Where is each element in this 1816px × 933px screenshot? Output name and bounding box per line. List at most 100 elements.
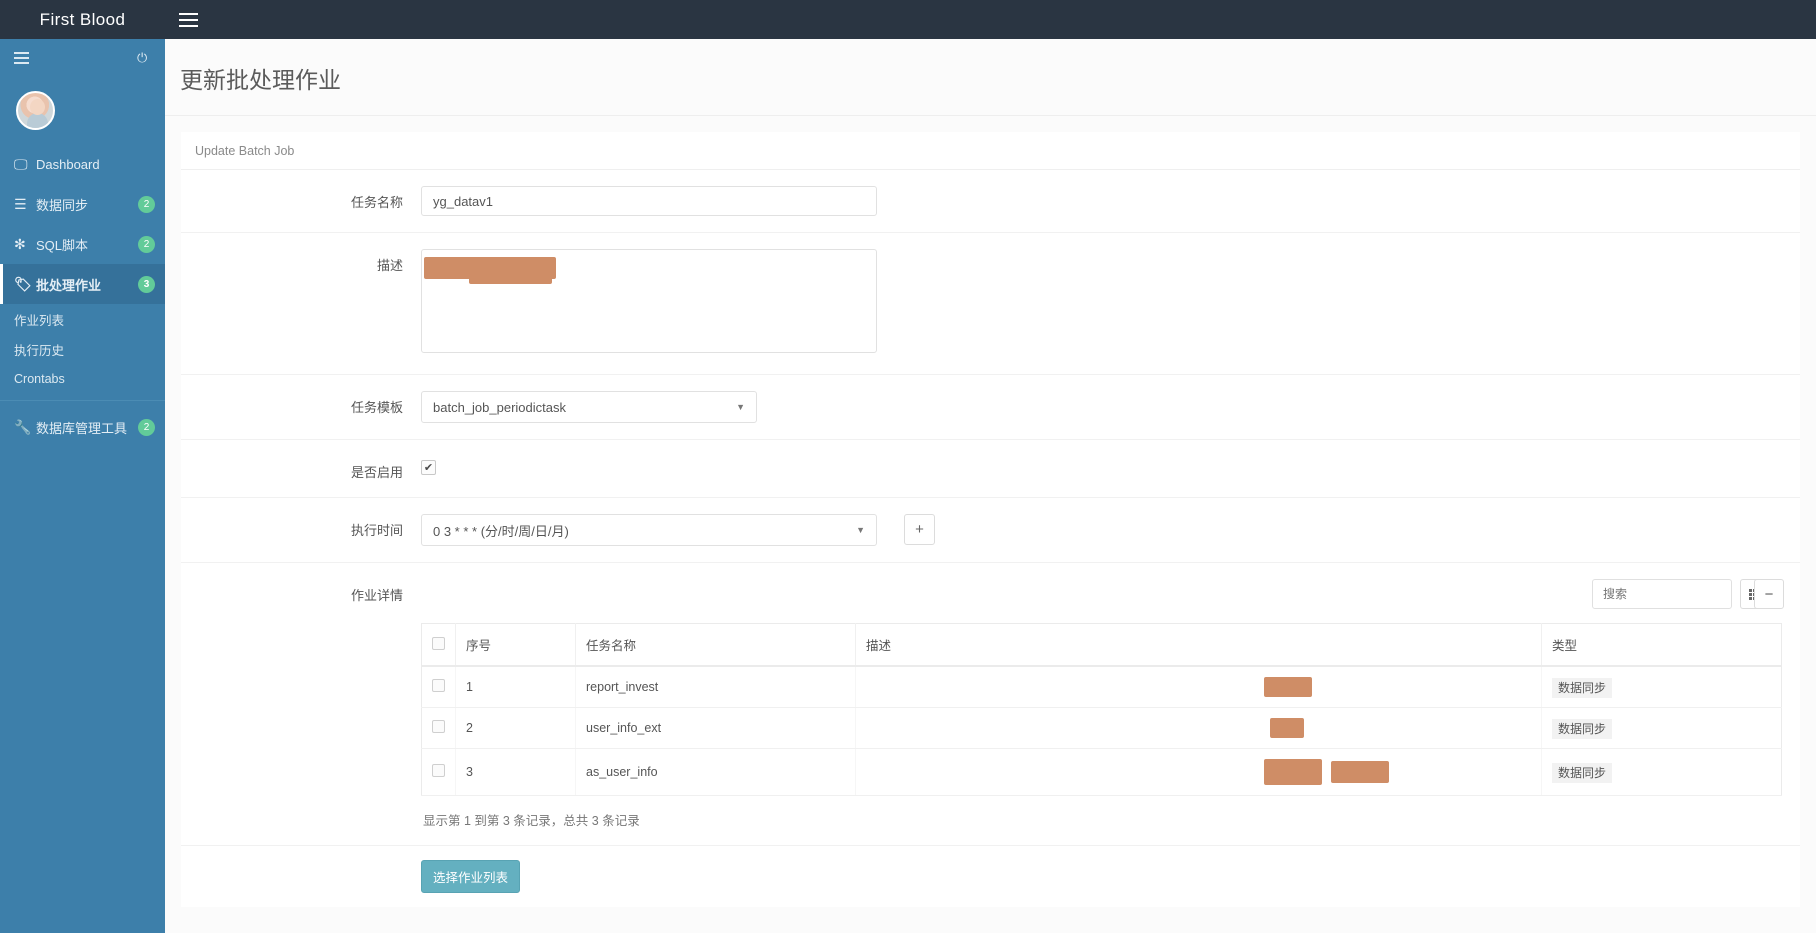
type-tag: 数据同步 bbox=[1552, 677, 1613, 698]
row-select-cell bbox=[421, 748, 456, 796]
cell-type: 数据同步 bbox=[1541, 666, 1782, 708]
template-select-value: batch_job_periodictask bbox=[433, 399, 566, 415]
form-row-job-details: 作业详情 ▼ bbox=[181, 563, 1800, 846]
collapse-panel-button[interactable]: − bbox=[1754, 579, 1784, 609]
table-header-row: 序号 任务名称 描述 类型 bbox=[421, 623, 1782, 667]
add-schedule-button[interactable]: + bbox=[904, 514, 935, 545]
sidebar-subitem-job-list[interactable]: 作业列表 bbox=[0, 304, 165, 334]
select-job-spacer bbox=[181, 860, 421, 866]
table-row[interactable]: 2 user_info_ext 数据同步 bbox=[421, 707, 1782, 749]
cell-type: 数据同步 bbox=[1541, 707, 1782, 749]
sidebar-item-label: 数据同步 bbox=[36, 197, 89, 213]
form-row-select-job-list: 选择作业列表 bbox=[181, 846, 1800, 907]
cell-type: 数据同步 bbox=[1541, 748, 1782, 796]
sidebar-badge: 2 bbox=[138, 195, 155, 213]
column-header-desc[interactable]: 描述 bbox=[855, 623, 1542, 667]
form-row-enabled: 是否启用 ✔ bbox=[181, 440, 1800, 498]
column-header-seq[interactable]: 序号 bbox=[455, 623, 576, 667]
tag-icon: 🏷 bbox=[14, 275, 32, 292]
redacted-cell bbox=[1264, 677, 1312, 697]
sidebar-collapse-icon[interactable] bbox=[14, 52, 29, 64]
row-checkbox[interactable] bbox=[432, 720, 445, 733]
job-details-table: 序号 任务名称 描述 类型 1 report_invest 数据同步 2 use… bbox=[421, 623, 1782, 796]
monitor-icon: 🖵 bbox=[14, 155, 28, 172]
sidebar: ⏻ 🖵 Dashboard ☰ 数据同步 2 ✻ SQL脚本 2 🏷 批处理作业… bbox=[0, 39, 165, 933]
job-details-label: 作业详情 bbox=[350, 588, 403, 603]
table-row[interactable]: 1 report_invest 数据同步 bbox=[421, 666, 1782, 708]
sidebar-item-label: 数据库管理工具 bbox=[36, 420, 128, 436]
column-header-type[interactable]: 类型 bbox=[1541, 623, 1782, 667]
type-tag: 数据同步 bbox=[1552, 762, 1613, 783]
sidebar-item-label: 批处理作业 bbox=[36, 277, 102, 293]
redacted-cell bbox=[1264, 759, 1322, 785]
check-icon: ✔ bbox=[423, 462, 434, 474]
avatar-wrapper bbox=[0, 77, 165, 144]
cell-seq: 3 bbox=[455, 748, 576, 796]
chevron-down-icon: ▼ bbox=[856, 525, 865, 535]
schedule-label: 执行时间 bbox=[350, 523, 403, 538]
row-select-cell bbox=[421, 707, 456, 749]
cell-seq: 1 bbox=[455, 666, 576, 708]
cell-seq: 2 bbox=[455, 707, 576, 749]
sidebar-item-sql-script[interactable]: ✻ SQL脚本 2 bbox=[0, 224, 165, 264]
sidebar-badge: 2 bbox=[138, 418, 155, 436]
power-icon[interactable]: ⏻ bbox=[137, 51, 151, 65]
sidebar-divider bbox=[0, 400, 165, 401]
column-header-name[interactable]: 任务名称 bbox=[575, 623, 856, 667]
search-input[interactable] bbox=[1592, 579, 1732, 609]
sidebar-item-label: Dashboard bbox=[36, 156, 100, 172]
row-select-cell bbox=[421, 666, 456, 708]
template-label: 任务模板 bbox=[350, 400, 403, 415]
form-row-task-name: 任务名称 bbox=[181, 170, 1800, 233]
form-row-schedule: 执行时间 0 3 * * * (分/时/周/日/月) ▼ + bbox=[181, 498, 1800, 563]
enabled-label: 是否启用 bbox=[350, 465, 403, 480]
sidebar-subitem-crontabs[interactable]: Crontabs bbox=[0, 364, 165, 394]
enabled-checkbox[interactable]: ✔ bbox=[421, 460, 436, 475]
redacted-cell bbox=[1270, 718, 1304, 738]
sidebar-item-db-tools[interactable]: 🔧 数据库管理工具 2 bbox=[0, 407, 165, 447]
wrench-icon: 🔧 bbox=[14, 418, 32, 435]
chevron-down-icon: ▼ bbox=[736, 402, 745, 412]
page-title: 更新批处理作业 bbox=[180, 67, 341, 93]
cell-desc bbox=[855, 666, 1542, 708]
form-panel: Update Batch Job 任务名称 描述 任务模板 bbox=[181, 132, 1800, 907]
type-tag: 数据同步 bbox=[1552, 718, 1613, 739]
cell-name: report_invest bbox=[575, 666, 856, 708]
schedule-select-value: 0 3 * * * (分/时/周/日/月) bbox=[433, 523, 569, 539]
redacted-description-2 bbox=[469, 269, 552, 284]
avatar[interactable] bbox=[16, 91, 55, 130]
select-all-checkbox[interactable] bbox=[432, 636, 445, 650]
sidebar-item-label: SQL脚本 bbox=[36, 237, 89, 253]
select-all-header bbox=[421, 623, 456, 667]
table-toolbar: ▼ bbox=[421, 579, 1782, 609]
page-header: 更新批处理作业 bbox=[165, 39, 1816, 116]
sidebar-subitem-execution-history[interactable]: 执行历史 bbox=[0, 334, 165, 364]
select-job-list-button[interactable]: 选择作业列表 bbox=[421, 860, 521, 893]
sidebar-badge: 2 bbox=[138, 235, 155, 253]
table-row[interactable]: 3 as_user_info 数据同步 bbox=[421, 748, 1782, 796]
cell-name: as_user_info bbox=[575, 748, 856, 796]
sidebar-tools: ⏻ bbox=[0, 39, 165, 77]
table-footer-info: 显示第 1 到第 3 条记录，总共 3 条记录 bbox=[423, 814, 640, 828]
menu-toggle-icon[interactable] bbox=[168, 0, 208, 39]
cell-desc bbox=[855, 707, 1542, 749]
row-checkbox[interactable] bbox=[432, 764, 445, 777]
form-row-template: 任务模板 batch_job_periodictask ▼ bbox=[181, 375, 1800, 440]
cell-desc bbox=[855, 748, 1542, 796]
cell-name: user_info_ext bbox=[575, 707, 856, 749]
schedule-select[interactable]: 0 3 * * * (分/时/周/日/月) ▼ bbox=[421, 514, 877, 546]
sidebar-badge: 3 bbox=[138, 275, 155, 293]
sidebar-item-dashboard[interactable]: 🖵 Dashboard bbox=[0, 144, 165, 184]
description-label: 描述 bbox=[376, 258, 403, 273]
top-bar: First Blood bbox=[0, 0, 1816, 39]
row-checkbox[interactable] bbox=[432, 679, 445, 692]
form-row-description: 描述 bbox=[181, 233, 1800, 375]
sidebar-item-data-sync[interactable]: ☰ 数据同步 2 bbox=[0, 184, 165, 224]
task-name-input[interactable] bbox=[421, 186, 877, 216]
panel-header-label: Update Batch Job bbox=[181, 132, 1800, 170]
asterisk-icon: ✻ bbox=[14, 235, 26, 252]
sidebar-item-batch-job[interactable]: 🏷 批处理作业 3 bbox=[0, 264, 165, 304]
task-name-label: 任务名称 bbox=[350, 195, 403, 210]
app-brand: First Blood bbox=[39, 9, 126, 29]
template-select[interactable]: batch_job_periodictask ▼ bbox=[421, 391, 757, 423]
